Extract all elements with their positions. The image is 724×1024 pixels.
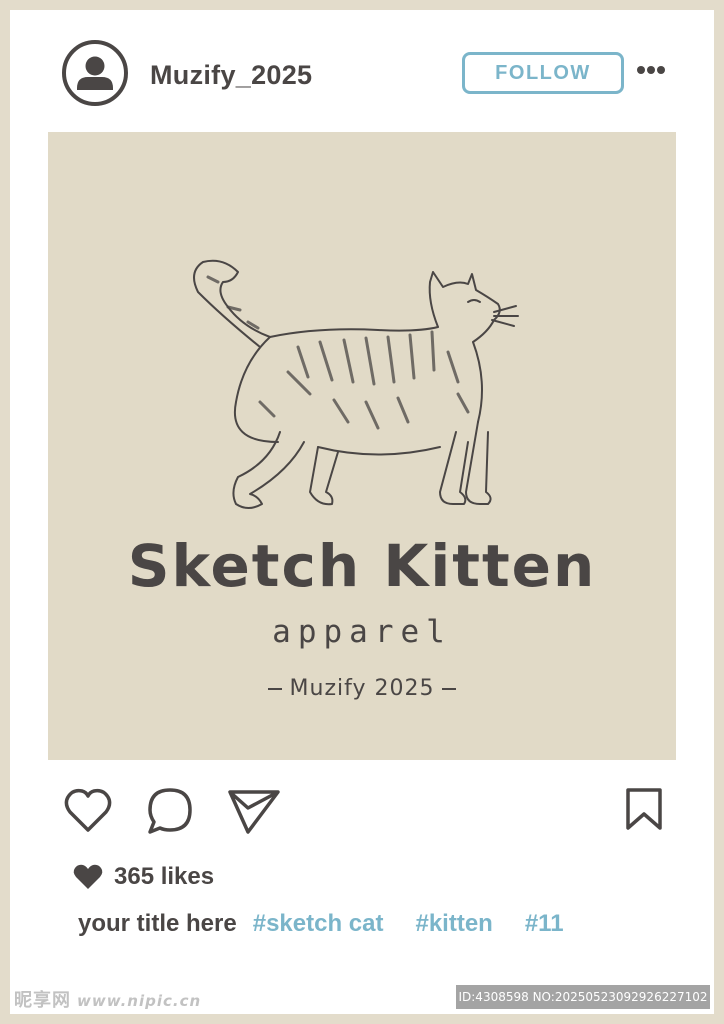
divider [267, 688, 282, 690]
brand-subtitle: apparel [272, 614, 452, 650]
divider [442, 688, 457, 690]
comment-icon[interactable] [146, 786, 194, 841]
likes-row: 365 likes [72, 862, 214, 892]
brand-credit-line: Muzify 2025 [48, 676, 676, 701]
post-image[interactable]: Sketch Kitten apparel Muzify 2025 [48, 132, 676, 760]
caption: your title here #sketch cat #kitten #11 [78, 910, 596, 938]
likes-count[interactable]: 365 likes [114, 863, 214, 891]
watermark-site-name: 昵享网 [14, 990, 71, 1011]
caption-title: your title here [78, 910, 237, 937]
send-icon[interactable] [226, 786, 282, 841]
username[interactable]: Muzify_2025 [150, 60, 312, 91]
follow-button[interactable]: FOLLOW [462, 52, 624, 94]
post-header: Muzify_2025 FOLLOW [10, 10, 714, 130]
hashtag[interactable]: #sketch cat [253, 910, 384, 938]
watermark-id: ID:4308598 NO:20250523092926227102 [456, 985, 710, 1009]
heart-icon[interactable] [62, 786, 114, 839]
bookmark-icon[interactable] [624, 786, 664, 837]
watermark-site: 昵享网 www.nipic.cn [14, 986, 201, 1012]
brand-credit: Muzify 2025 [289, 676, 435, 701]
user-avatar-icon[interactable] [62, 40, 128, 106]
watermark-url: www.nipic.cn [77, 992, 202, 1010]
more-options-icon[interactable] [636, 62, 666, 78]
brand-title: Sketch Kitten [127, 532, 597, 600]
hashtag[interactable]: #11 [525, 910, 564, 938]
hashtag[interactable]: #kitten [415, 910, 492, 938]
action-bar [10, 780, 714, 840]
post-card: Muzify_2025 FOLLOW Sketch Kitten apparel… [10, 10, 714, 1014]
filled-heart-icon [73, 864, 103, 889]
cat-sketch-illustration [193, 259, 519, 509]
